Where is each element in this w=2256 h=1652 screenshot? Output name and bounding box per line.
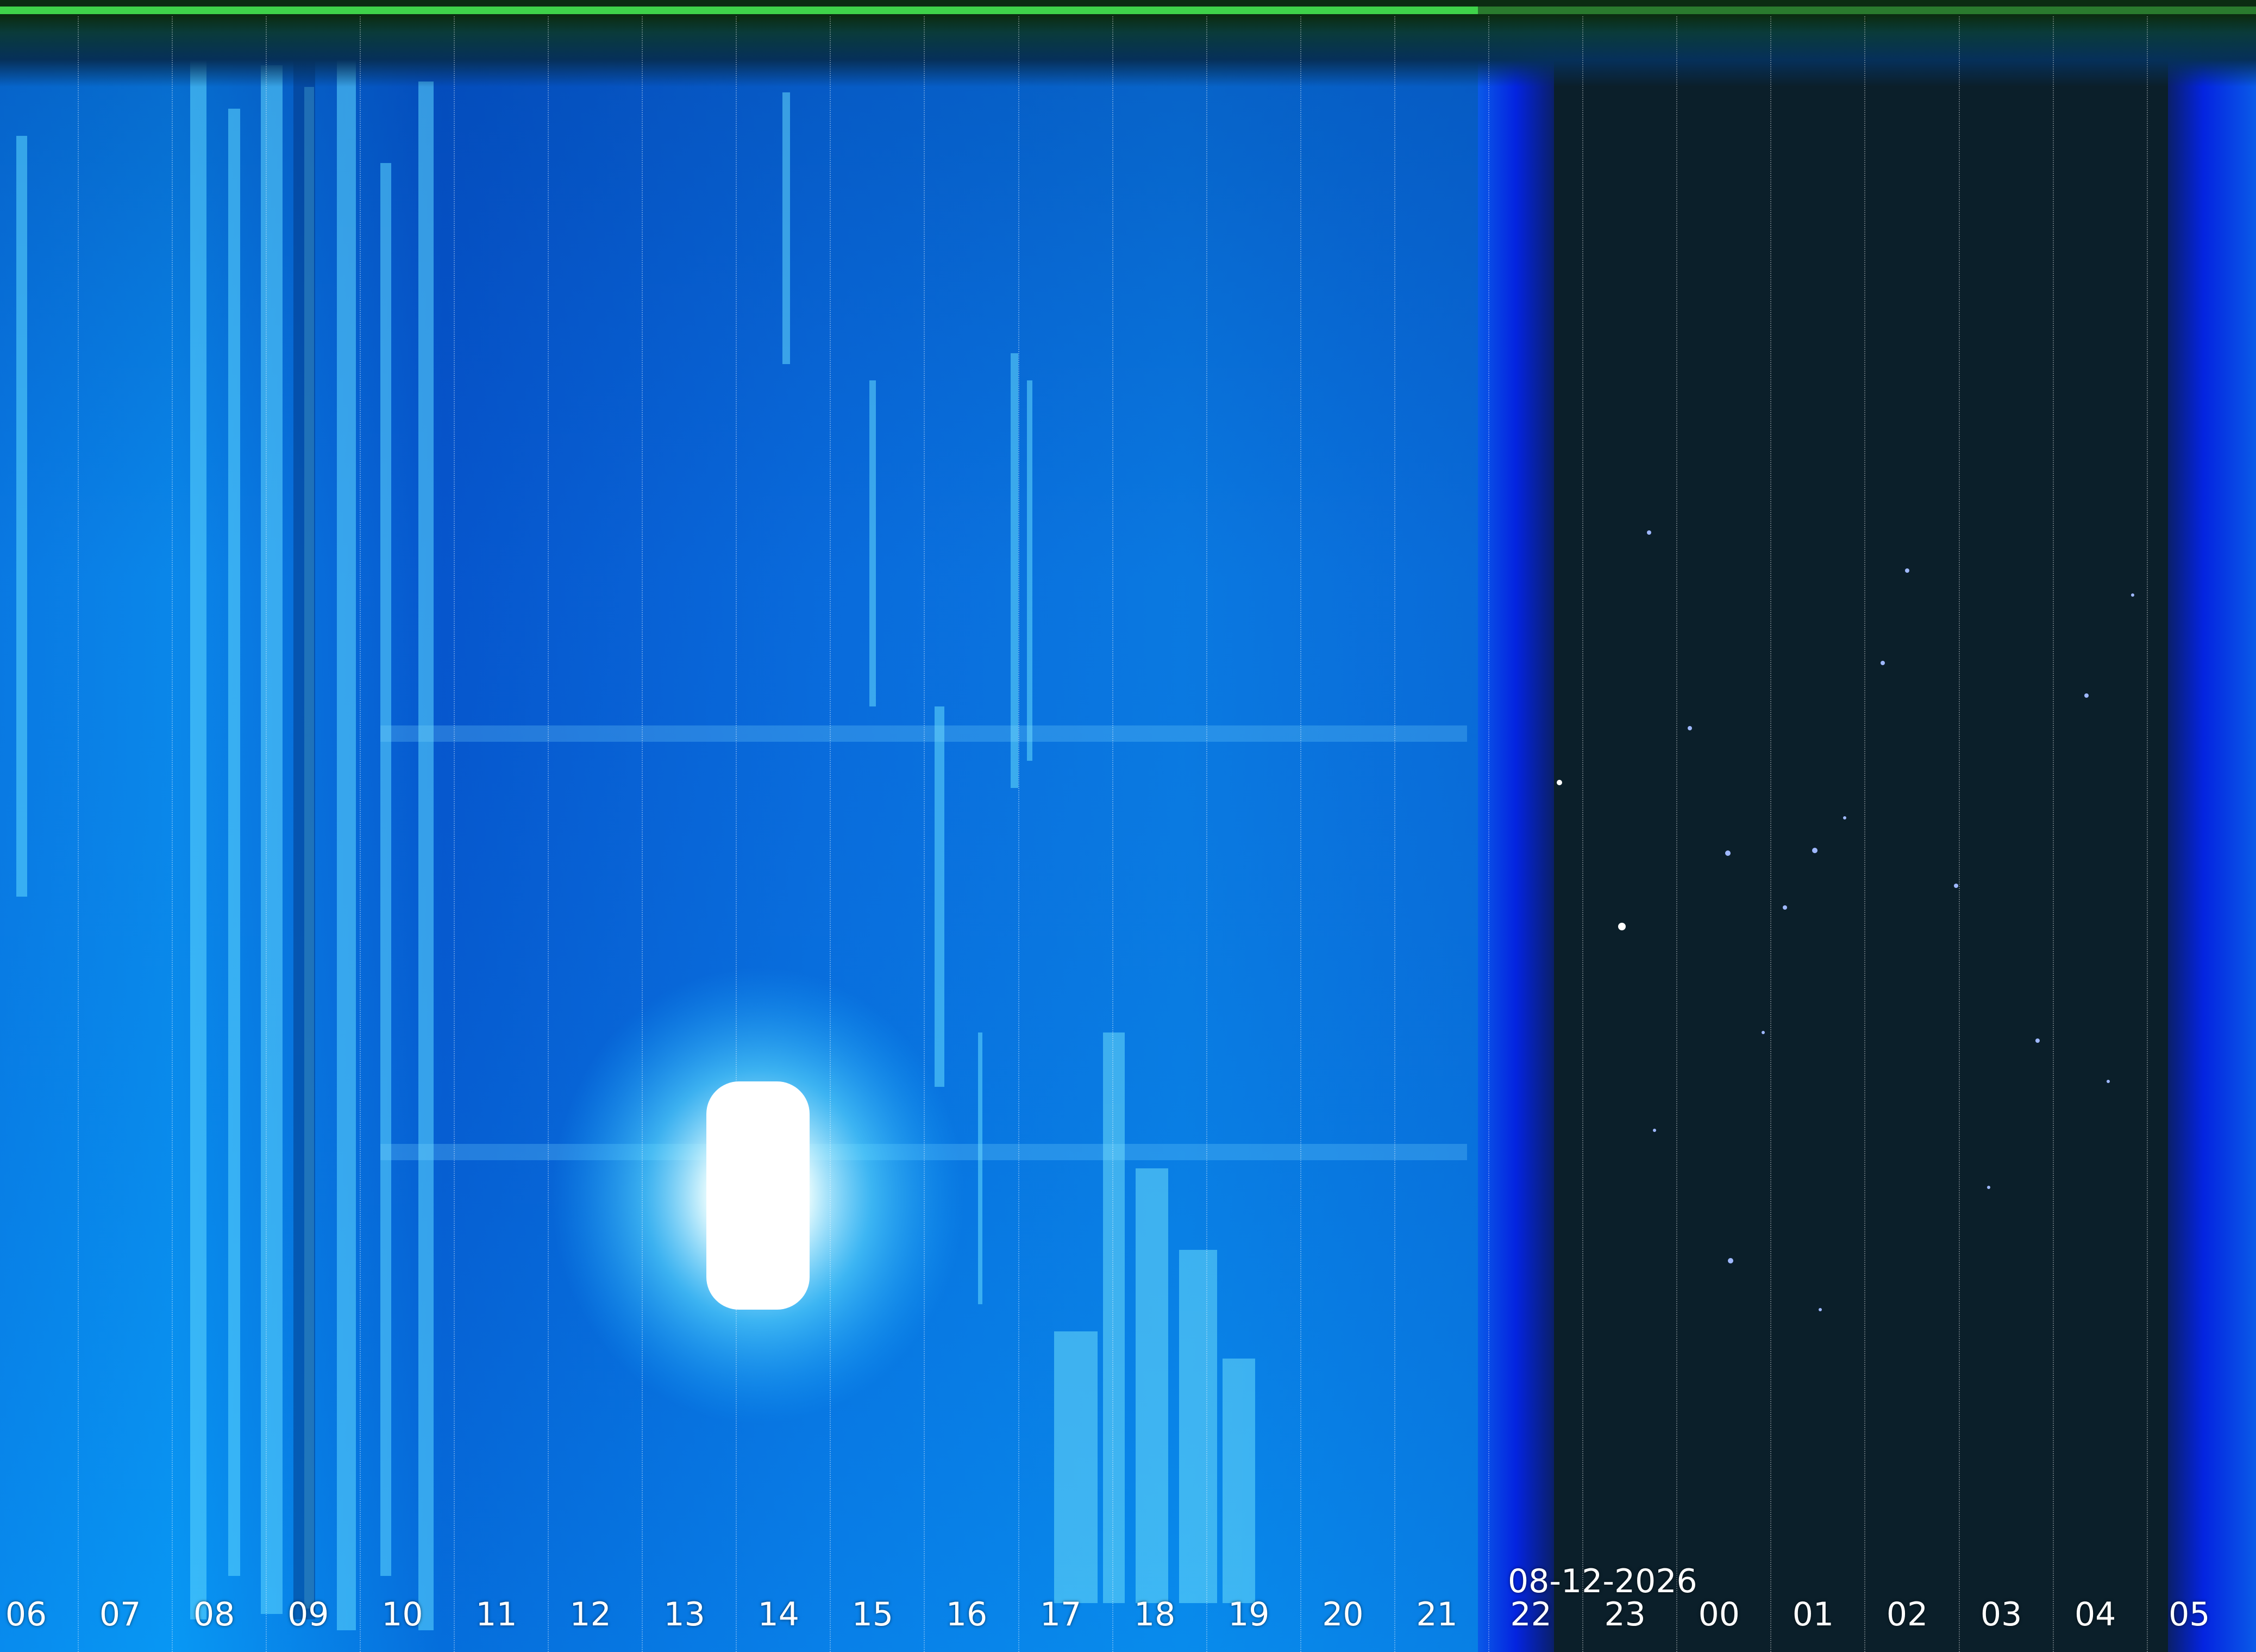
hour-gridline — [1676, 16, 1678, 1652]
hour-gridline — [1488, 16, 1490, 1652]
hour-label: 15 — [851, 1595, 894, 1634]
hour-label: 09 — [287, 1595, 329, 1634]
hour-label: 19 — [1228, 1595, 1270, 1634]
hour-gridline — [1770, 16, 1772, 1652]
status-segment-night — [1543, 7, 2256, 14]
hour-label: 16 — [945, 1595, 988, 1634]
hour-gridline — [924, 16, 925, 1652]
status-bar — [0, 7, 2256, 22]
hour-label: 21 — [1416, 1595, 1458, 1634]
hour-label: 12 — [569, 1595, 611, 1634]
hour-label: 04 — [2075, 1595, 2116, 1634]
status-segment-dusk — [1478, 7, 1543, 14]
hour-gridline — [1300, 16, 1301, 1652]
hour-label: 17 — [1039, 1595, 1082, 1634]
hour-label: 23 — [1604, 1595, 1646, 1634]
hour-label: 13 — [663, 1595, 705, 1634]
hour-label: 06 — [5, 1595, 47, 1634]
hour-label: 05 — [2169, 1595, 2210, 1634]
hour-gridline — [1112, 16, 1113, 1652]
hour-gridline — [1582, 16, 1584, 1652]
hour-gridline — [1864, 16, 1866, 1652]
hour-gridline — [2146, 16, 2148, 1652]
hour-gridline — [642, 16, 643, 1652]
hour-label: 08 — [193, 1595, 235, 1634]
hour-label: 18 — [1134, 1595, 1176, 1634]
hour-gridline — [265, 16, 267, 1652]
hour-gridline — [1958, 16, 1960, 1652]
hour-label: 20 — [1322, 1595, 1364, 1634]
keogram-image: 06 07 08 09 10 11 12 13 14 15 16 17 18 19 20 21 22 23 00 01… — [0, 0, 2256, 1652]
hour-label: 02 — [1886, 1595, 1928, 1634]
hour-label: 14 — [757, 1595, 799, 1634]
hour-gridline — [171, 16, 173, 1652]
hour-label: 00 — [1698, 1595, 1740, 1634]
hour-gridline — [359, 16, 361, 1652]
hour-gridline — [1394, 16, 1395, 1652]
hour-gridline — [77, 16, 79, 1652]
hour-label: 03 — [1980, 1595, 2022, 1634]
status-segment-day — [0, 7, 1478, 14]
hour-label: 10 — [381, 1595, 423, 1634]
hour-gridline — [1206, 16, 1207, 1652]
sky-background — [0, 0, 2256, 1652]
date-label: 08-12-2026 — [1508, 1562, 1697, 1600]
hour-gridline — [736, 16, 737, 1652]
hour-gridline — [830, 16, 831, 1652]
hour-gridline — [453, 16, 455, 1652]
hour-gridline — [2052, 16, 2054, 1652]
hour-gridline — [548, 16, 549, 1652]
hour-gridline — [1018, 16, 1019, 1652]
hour-label: 22 — [1510, 1595, 1552, 1634]
hour-label: 01 — [1792, 1595, 1834, 1634]
hour-label: 11 — [475, 1595, 517, 1634]
hour-label: 07 — [99, 1595, 141, 1634]
